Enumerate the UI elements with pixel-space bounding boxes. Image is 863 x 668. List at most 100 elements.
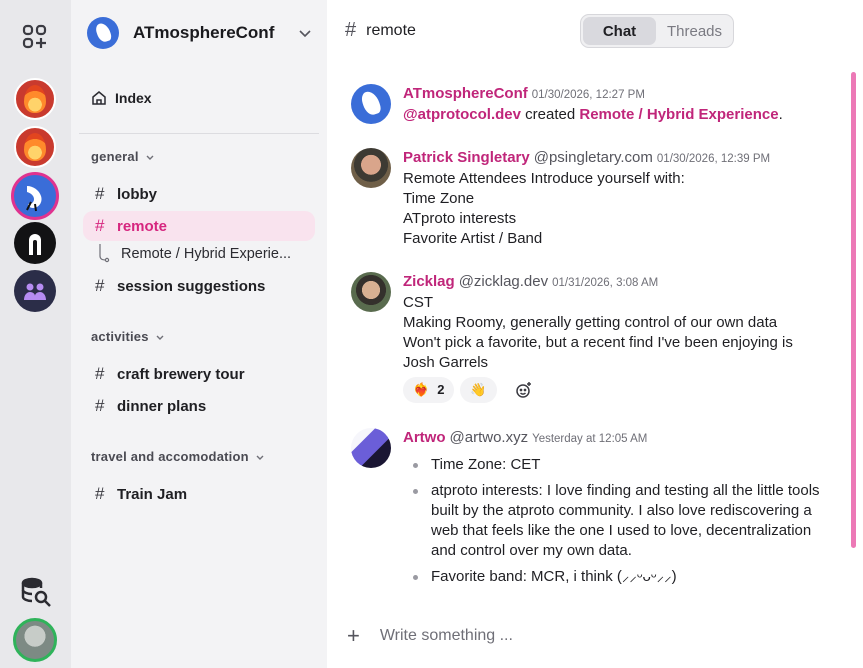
message-body: Artwo @artwo.xyz Yesterday at 12:05 AM T… [403,428,833,593]
list-item: Favorite band: MCR, i think (⸝⸝ᵕᴗᵕ⸝⸝) [403,567,833,587]
channel-session-suggestions[interactable]: # session suggestions [83,271,315,301]
hash-icon: # [95,216,105,235]
composer-placeholder[interactable]: Write something ... [380,627,513,645]
message-line: ATproto interests [403,210,517,227]
index-label: Index [115,90,152,106]
message-line: CST [403,294,433,311]
avatar[interactable] [351,148,391,188]
space-switcher[interactable]: ATmosphereConf [87,16,313,50]
section-activities-label: activities [91,329,149,344]
channel-sidebar: ATmosphereConf Index general # lobby # r… [71,0,327,668]
list-item: atproto interests: I love finding and te… [403,481,833,561]
home-icon [92,91,106,105]
hash-icon: # [95,396,105,415]
timestamp: 01/31/2026, 3:08 AM [552,277,659,289]
message-body: Zicklag @zicklag.dev 01/31/2026, 3:08 AM… [403,272,833,403]
message-text: @atprotocol.dev created Remote / Hybrid … [403,105,833,125]
reaction-wave[interactable]: 👋 [460,377,497,403]
channel-label: lobby [117,185,157,203]
section-activities[interactable]: activities [91,329,165,344]
message-line: Making Roomy, generally getting control … [403,314,778,331]
add-reaction-icon[interactable] [511,377,537,403]
channel-label: craft brewery tour [117,365,245,383]
index-link[interactable]: Index [91,90,152,106]
list-item: Time Zone: CET [403,455,833,475]
server-fire-1-icon[interactable] [14,78,56,120]
section-general-label: general [91,149,139,164]
reaction-count: 2 [437,382,445,397]
message-composer[interactable]: + Write something ... [347,622,827,650]
tab-threads[interactable]: Threads [658,17,731,45]
author-handle[interactable]: @zicklag.dev [459,272,548,292]
author-name[interactable]: Artwo [403,428,446,448]
server-black-icon[interactable] [14,222,56,264]
channel-remote[interactable]: # remote [83,211,315,241]
channel-label: remote [117,217,168,235]
channel-label: dinner plans [117,397,207,415]
hash-icon: # [95,184,105,203]
hash-icon: # [345,19,357,41]
timestamp: 01/30/2026, 12:39 PM [656,153,771,165]
channel-label: Train Jam [117,485,188,503]
channel-train-jam[interactable]: # Train Jam [83,479,315,509]
message-line: Won't pick a favorite, but a recent find… [403,334,793,351]
mention-link[interactable]: @atprotocol.dev [403,106,521,123]
message-line: Josh Garrels [403,354,489,371]
message-body: ATmosphereConf 01/30/2026, 12:27 PM @atp… [403,84,833,125]
thread-remote-hybrid[interactable]: Remote / Hybrid Experie... [97,244,315,264]
message-meta: ATmosphereConf 01/30/2026, 12:27 PM [403,84,833,105]
thread-label: Remote / Hybrid Experie... [121,246,292,262]
section-general[interactable]: general [91,149,155,164]
server-people-icon[interactable] [14,270,56,312]
section-travel[interactable]: travel and accomodation [91,449,265,464]
hash-icon: # [95,276,105,295]
message-meta: Artwo @artwo.xyz Yesterday at 12:05 AM [403,428,833,449]
user-avatar[interactable] [13,618,57,662]
bullet-list: Time Zone: CET atproto interests: I love… [403,455,833,587]
section-travel-label: travel and accomodation [91,449,249,464]
timestamp: 01/30/2026, 12:27 PM [531,89,645,101]
message-body: Patrick Singletary @psingletary.com 01/3… [403,148,833,249]
author-handle[interactable]: @artwo.xyz [450,428,529,448]
hash-icon: # [95,364,105,383]
chevron-down-icon [299,30,311,38]
wave-emoji-icon: 👋 [470,382,487,397]
hash-icon: # [95,484,105,503]
channel-dinner-plans[interactable]: # dinner plans [83,391,315,421]
reaction-heart-fire[interactable]: ❤️‍🔥 2 [403,377,455,403]
author-name[interactable]: Patrick Singletary [403,148,530,168]
channel-label: session suggestions [117,277,266,295]
tab-chat[interactable]: Chat [583,17,656,45]
channel-title: # remote [345,19,416,42]
message-text-end: . [778,106,783,123]
channel-craft-brewery-tour[interactable]: # craft brewery tour [83,359,315,389]
server-rail [0,0,71,668]
message-line: Time Zone [403,190,475,207]
chevron-down-icon [256,455,264,460]
author-handle[interactable]: @psingletary.com [534,148,653,168]
timestamp: Yesterday at 12:05 AM [532,433,648,445]
author-name[interactable]: ATmosphereConf [403,84,528,104]
avatar[interactable] [351,428,391,468]
author-name[interactable]: Zicklag [403,272,455,292]
thread-link[interactable]: Remote / Hybrid Experience [579,106,778,123]
message-line: Remote Attendees Introduce yourself with… [403,170,685,187]
scrollbar[interactable] [851,72,856,548]
avatar[interactable] [351,272,391,312]
message-line: Favorite Artist / Band [403,230,543,247]
server-atmosphereconf-icon[interactable] [11,172,59,220]
message-text-mid: created [520,106,580,123]
database-search-icon[interactable] [18,574,54,610]
server-fire-2-icon[interactable] [14,126,56,168]
thread-branch-icon [99,244,110,263]
channel-title-label: remote [366,21,416,39]
avatar[interactable] [351,84,391,124]
channel-lobby[interactable]: # lobby [83,179,315,209]
plus-icon[interactable]: + [347,623,360,649]
space-name: ATmosphereConf [133,23,275,42]
message-meta: Patrick Singletary @psingletary.com 01/3… [403,148,833,169]
sidebar-divider [79,133,319,134]
chevron-down-icon [156,335,164,340]
chat-panel: # remote Chat Threads ATmosphereConf 01/… [327,0,863,668]
add-server-grid-icon[interactable] [14,16,56,58]
